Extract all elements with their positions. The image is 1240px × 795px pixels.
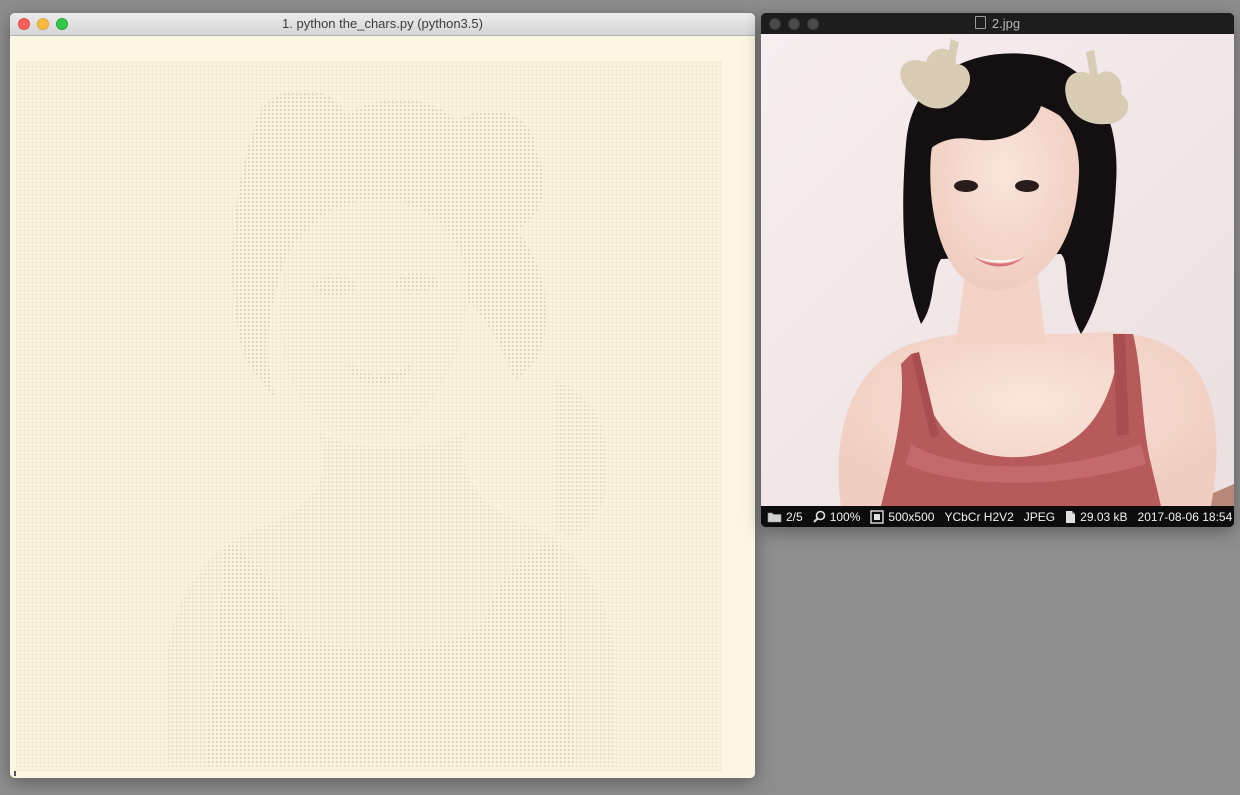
image-viewer-window[interactable]: 2.jpg 2/5 100% 500x500 YCbCr H2V2 JPEG 2… bbox=[761, 13, 1234, 527]
dimensions-icon bbox=[870, 509, 885, 524]
filesize-value: 29.03 kB bbox=[1080, 509, 1128, 524]
desktop: 1. python the_chars.py (python3.5) 2.jpg… bbox=[0, 0, 1240, 795]
dimensions-value: 500x500 bbox=[888, 509, 935, 524]
status-zoom: 100% bbox=[812, 509, 861, 524]
folder-icon bbox=[767, 512, 782, 522]
terminal-cursor bbox=[14, 771, 16, 776]
status-colorspace: YCbCr H2V2 bbox=[944, 510, 1013, 524]
ascii-portrait-shading bbox=[166, 90, 616, 766]
viewer-title: 2.jpg bbox=[761, 13, 1234, 34]
viewer-statusbar: 2/5 100% 500x500 YCbCr H2V2 JPEG 29.03 k… bbox=[761, 506, 1234, 527]
photo-illustration bbox=[761, 34, 1234, 506]
terminal-title: 1. python the_chars.py (python3.5) bbox=[282, 16, 483, 31]
status-format: JPEG bbox=[1024, 510, 1055, 524]
terminal-titlebar[interactable]: 1. python the_chars.py (python3.5) bbox=[10, 13, 755, 36]
timestamp-value: 2017-08-06 18:54 bbox=[1137, 509, 1233, 524]
viewer-title-text: 2.jpg bbox=[991, 16, 1021, 31]
zoom-value: 100% bbox=[829, 509, 861, 524]
terminal-output[interactable] bbox=[10, 36, 755, 778]
status-filesize: 29.03 kB bbox=[1065, 509, 1128, 524]
format-value: JPEG bbox=[1023, 509, 1056, 524]
file-icon bbox=[974, 16, 986, 29]
ascii-art-output bbox=[16, 61, 722, 771]
status-timestamp: 2017-08-06 18:54 bbox=[1138, 510, 1233, 524]
terminal-window[interactable]: 1. python the_chars.py (python3.5) bbox=[10, 13, 755, 778]
displayed-photo[interactable] bbox=[761, 34, 1234, 506]
position-value: 2/5 bbox=[786, 509, 803, 524]
status-dimensions: 500x500 bbox=[870, 510, 934, 524]
viewer-titlebar[interactable]: 2.jpg bbox=[761, 13, 1234, 34]
document-icon bbox=[1066, 510, 1076, 523]
status-position: 2/5 bbox=[767, 510, 803, 524]
magnifier-icon bbox=[812, 510, 825, 523]
colorspace-value: YCbCr H2V2 bbox=[944, 509, 1014, 524]
